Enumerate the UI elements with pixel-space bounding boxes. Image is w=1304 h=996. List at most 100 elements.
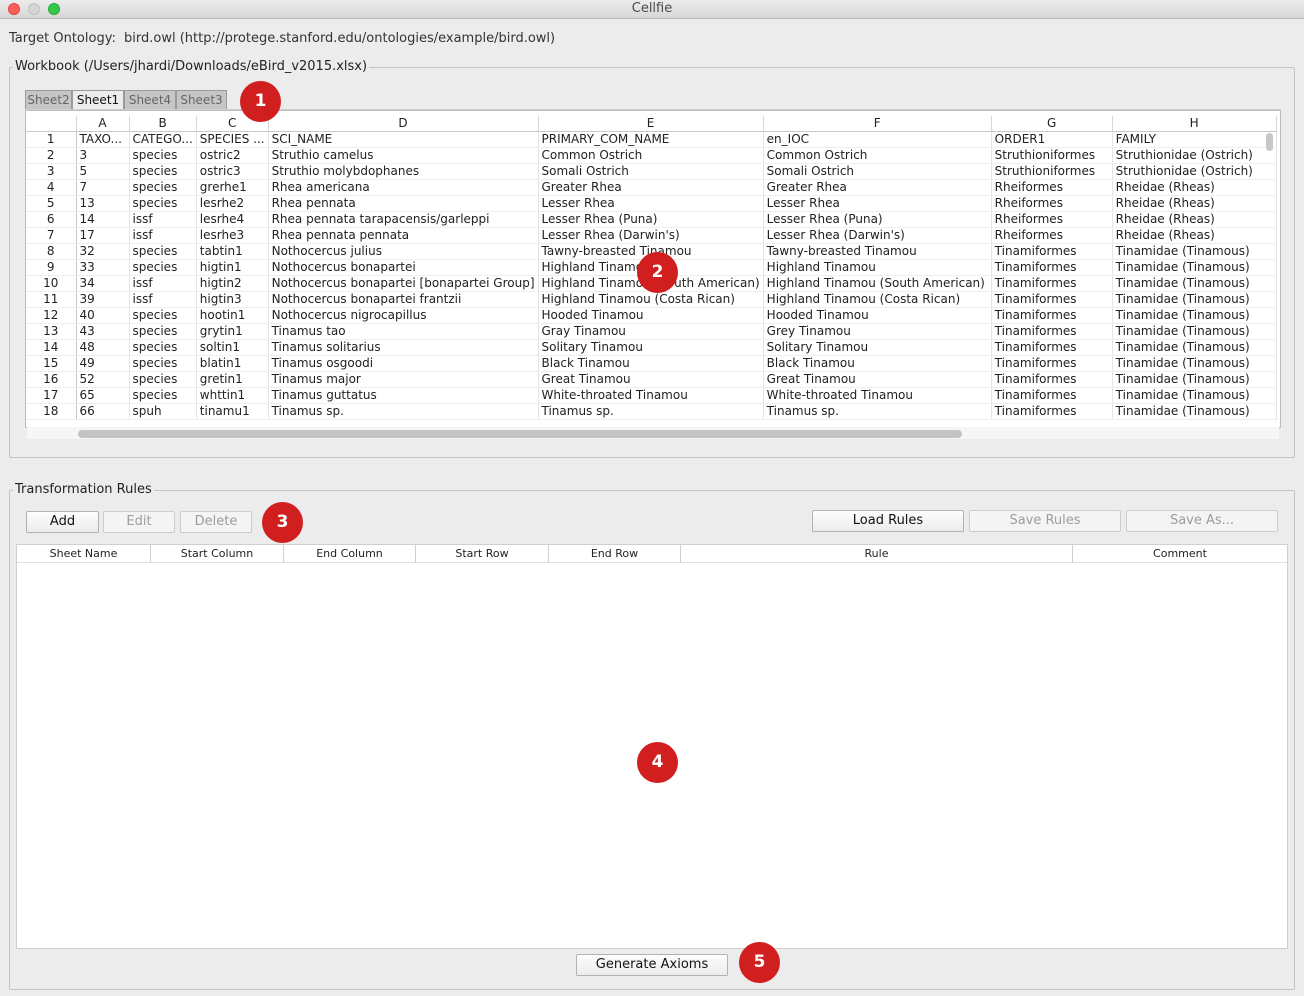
row-number[interactable]: 6 [26, 211, 77, 228]
row-number[interactable]: 8 [26, 243, 77, 260]
table-cell[interactable]: 40 [76, 307, 130, 324]
row-number[interactable]: 16 [26, 371, 77, 388]
table-cell[interactable]: species [129, 163, 197, 180]
table-cell[interactable]: ostric3 [196, 163, 269, 180]
table-cell[interactable]: Hooded Tinamou [763, 307, 992, 324]
table-cell[interactable]: Tinamus major [268, 371, 539, 388]
table-cell[interactable]: 14 [76, 211, 130, 228]
table-cell[interactable]: en_IOC [763, 131, 992, 148]
table-cell[interactable]: 39 [76, 291, 130, 308]
table-cell[interactable]: Tinamidae (Tinamous) [1112, 243, 1277, 260]
table-cell[interactable]: 7 [76, 179, 130, 196]
table-cell[interactable]: Tinamiformes [991, 355, 1113, 372]
table-cell[interactable]: Tinamidae (Tinamous) [1112, 403, 1277, 420]
row-number[interactable]: 14 [26, 339, 77, 356]
column-header-b[interactable]: B [129, 116, 197, 132]
table-cell[interactable]: Struthioniformes [991, 163, 1113, 180]
table-cell[interactable]: Rheidae (Rheas) [1112, 227, 1277, 244]
table-cell[interactable]: CATEGO... [129, 131, 197, 148]
row-number[interactable]: 18 [26, 403, 77, 420]
table-cell[interactable]: SCI_NAME [268, 131, 539, 148]
table-cell[interactable]: Greater Rhea [538, 179, 764, 196]
table-cell[interactable]: Struthioniformes [991, 147, 1113, 164]
column-header-f[interactable]: F [763, 116, 992, 132]
table-cell[interactable]: Lesser Rhea (Darwin's) [538, 227, 764, 244]
table-cell[interactable]: ostric2 [196, 147, 269, 164]
save-as-button[interactable]: Save As... [1126, 510, 1278, 532]
table-cell[interactable]: 34 [76, 275, 130, 292]
table-cell[interactable]: Great Tinamou [763, 371, 992, 388]
table-cell[interactable]: Lesser Rhea (Puna) [763, 211, 992, 228]
table-cell[interactable]: Highland Tinamou (Costa Rican) [538, 291, 764, 308]
table-cell[interactable]: Tinamidae (Tinamous) [1112, 275, 1277, 292]
row-number[interactable]: 7 [26, 227, 77, 244]
table-cell[interactable]: Struthio camelus [268, 147, 539, 164]
vertical-scrollbar[interactable] [1266, 133, 1273, 151]
row-number[interactable]: 17 [26, 387, 77, 404]
table-cell[interactable]: Rheiformes [991, 211, 1113, 228]
table-cell[interactable]: 32 [76, 243, 130, 260]
table-cell[interactable]: 43 [76, 323, 130, 340]
table-cell[interactable]: species [129, 387, 197, 404]
column-header-d[interactable]: D [268, 116, 539, 132]
edit-button[interactable]: Edit [103, 511, 175, 533]
table-cell[interactable]: species [129, 307, 197, 324]
table-cell[interactable]: Tinamiformes [991, 371, 1113, 388]
table-cell[interactable]: issf [129, 227, 197, 244]
table-cell[interactable]: Solitary Tinamou [763, 339, 992, 356]
tab-sheet3[interactable]: Sheet3 [176, 90, 227, 110]
column-header-g[interactable]: G [991, 116, 1113, 132]
tab-sheet4[interactable]: Sheet4 [124, 90, 176, 110]
table-cell[interactable]: Black Tinamou [763, 355, 992, 372]
table-cell[interactable]: Highland Tinamou (Costa Rican) [763, 291, 992, 308]
table-cell[interactable]: Somali Ostrich [763, 163, 992, 180]
table-cell[interactable]: Tawny-breasted Tinamou [763, 243, 992, 260]
table-cell[interactable]: Common Ostrich [538, 147, 764, 164]
header-comment[interactable]: Comment [1073, 545, 1287, 562]
table-cell[interactable]: higtin3 [196, 291, 269, 308]
table-cell[interactable]: 52 [76, 371, 130, 388]
row-number[interactable]: 1 [26, 131, 77, 148]
row-number[interactable]: 2 [26, 147, 77, 164]
delete-button[interactable]: Delete [180, 511, 252, 533]
table-cell[interactable]: Rhea pennata [268, 195, 539, 212]
table-cell[interactable]: White-throated Tinamou [763, 387, 992, 404]
table-cell[interactable]: Common Ostrich [763, 147, 992, 164]
table-cell[interactable]: Lesser Rhea [763, 195, 992, 212]
row-number[interactable]: 11 [26, 291, 77, 308]
table-cell[interactable]: 5 [76, 163, 130, 180]
table-cell[interactable]: species [129, 323, 197, 340]
table-cell[interactable]: issf [129, 291, 197, 308]
table-cell[interactable]: Tinamiformes [991, 243, 1113, 260]
table-cell[interactable]: Rhea pennata pennata [268, 227, 539, 244]
table-cell[interactable]: hootin1 [196, 307, 269, 324]
table-cell[interactable]: Nothocercus bonapartei frantzii [268, 291, 539, 308]
table-cell[interactable]: Nothocercus bonapartei [268, 259, 539, 276]
table-cell[interactable]: White-throated Tinamou [538, 387, 764, 404]
table-cell[interactable]: Tinamus tao [268, 323, 539, 340]
table-cell[interactable]: Tinamus solitarius [268, 339, 539, 356]
table-cell[interactable]: Nothocercus bonapartei [bonapartei Group… [268, 275, 539, 292]
table-cell[interactable]: higtin2 [196, 275, 269, 292]
table-cell[interactable]: Tinamus osgoodi [268, 355, 539, 372]
table-cell[interactable]: 65 [76, 387, 130, 404]
table-cell[interactable]: Lesser Rhea (Puna) [538, 211, 764, 228]
table-cell[interactable]: species [129, 259, 197, 276]
table-cell[interactable]: Tinamidae (Tinamous) [1112, 339, 1277, 356]
table-cell[interactable]: Tinamus guttatus [268, 387, 539, 404]
table-cell[interactable]: PRIMARY_COM_NAME [538, 131, 764, 148]
header-end-column[interactable]: End Column [284, 545, 416, 562]
table-cell[interactable]: TAXO... [76, 131, 130, 148]
table-cell[interactable]: spuh [129, 403, 197, 420]
table-cell[interactable]: Rheiformes [991, 179, 1113, 196]
header-sheet-name[interactable]: Sheet Name [17, 545, 151, 562]
table-cell[interactable]: issf [129, 211, 197, 228]
row-number[interactable]: 3 [26, 163, 77, 180]
table-cell[interactable]: 13 [76, 195, 130, 212]
table-cell[interactable]: Tinamiformes [991, 307, 1113, 324]
table-cell[interactable]: Tinamiformes [991, 387, 1113, 404]
generate-axioms-button[interactable]: Generate Axioms [576, 954, 728, 976]
table-cell[interactable]: lesrhe4 [196, 211, 269, 228]
table-cell[interactable]: 49 [76, 355, 130, 372]
load-rules-button[interactable]: Load Rules [812, 510, 964, 532]
